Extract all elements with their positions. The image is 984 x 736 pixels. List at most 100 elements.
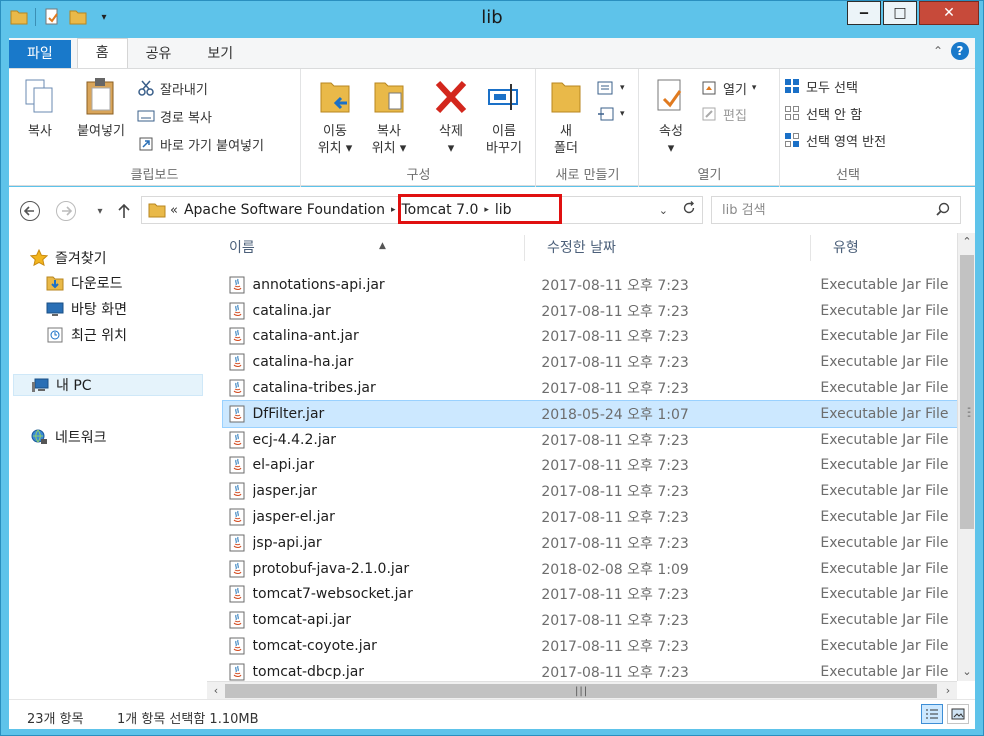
breadcrumb-separator-icon[interactable]: ▸ xyxy=(482,205,491,215)
column-header-type[interactable]: 유형 xyxy=(811,235,957,261)
breadcrumb-overflow[interactable]: « xyxy=(168,203,180,218)
copy-button[interactable]: 복사 xyxy=(15,75,65,140)
move-to-button[interactable]: 이동 위치 ▾ xyxy=(310,75,360,157)
ribbon: 복사 붙여넣기 잘라내기 경로 복사 바로 가기 붙여넣기 클립보드 이동 위치… xyxy=(9,68,975,187)
window-controls: ‒ □ ✕ xyxy=(847,1,979,25)
new-folder-button[interactable]: 새 폴더 xyxy=(541,75,591,157)
copy-path-label: 경로 복사 xyxy=(160,110,212,126)
address-dropdown-chevron-icon[interactable]: ⌄ xyxy=(659,204,668,217)
jar-file-icon xyxy=(227,610,247,630)
details-view-icon[interactable] xyxy=(921,704,943,724)
up-arrow-icon[interactable] xyxy=(113,200,135,222)
paste-shortcut-button[interactable]: 바로 가기 붙여넣기 xyxy=(137,133,264,155)
file-row[interactable]: catalina-ant.jar 2017-08-11 오후 7:23 Execut… xyxy=(223,324,957,350)
easy-access-button[interactable]: ▾ xyxy=(597,103,625,125)
file-row[interactable]: ecj-4.4.2.jar 2017-08-11 오후 7:23 Executabl… xyxy=(223,427,957,453)
forward-arrow-icon[interactable] xyxy=(55,200,77,222)
file-date: 2017-08-11 오후 7:23 xyxy=(541,587,689,604)
copy-path-button[interactable]: 경로 복사 xyxy=(137,105,212,127)
tab-home[interactable]: 홈 xyxy=(76,38,128,68)
jar-file-icon xyxy=(227,481,247,501)
file-row[interactable]: catalina-tribes.jar 2017-08-11 오후 7:23 Exe… xyxy=(223,375,957,401)
sidebar-item-network[interactable]: 네트워크 xyxy=(29,426,107,448)
vertical-scrollbar[interactable]: ⌃ --- ⌄ xyxy=(957,233,975,681)
file-date: 2017-08-11 오후 7:23 xyxy=(541,355,689,372)
file-row[interactable]: catalina-ha.jar 2017-08-11 오후 7:23 Executa… xyxy=(223,349,957,375)
sidebar-item-this-pc[interactable]: 내 PC xyxy=(13,374,203,396)
select-all-button[interactable]: 모두 선택 xyxy=(783,75,858,97)
rename-button[interactable]: 이름 바꾸기 xyxy=(476,75,532,157)
refresh-icon[interactable] xyxy=(682,201,696,219)
jar-file-icon xyxy=(227,662,247,682)
help-icon[interactable]: ? xyxy=(951,42,969,60)
copy-to-button[interactable]: 복사 위치 ▾ xyxy=(364,75,414,157)
breadcrumb-separator-icon[interactable]: ▸ xyxy=(389,205,398,215)
file-row[interactable]: jsp-api.jar 2017-08-11 오후 7:23 Executable … xyxy=(223,530,957,556)
back-arrow-icon[interactable] xyxy=(19,200,41,222)
properties-button[interactable]: 속성 ▾ xyxy=(646,75,696,157)
scroll-up-icon[interactable]: ⌃ xyxy=(958,233,975,251)
address-bar[interactable]: « Apache Software Foundation ▸ Tomcat 7.… xyxy=(141,194,703,224)
cut-button[interactable]: 잘라내기 xyxy=(137,77,208,99)
large-icons-view-icon[interactable] xyxy=(947,704,969,724)
desktop-icon xyxy=(45,300,65,318)
file-row[interactable]: jasper.jar 2017-08-11 오후 7:23 Executable J… xyxy=(223,478,957,504)
edit-button[interactable]: 편집 xyxy=(700,103,747,125)
horizontal-scroll-thumb[interactable]: ||| xyxy=(225,684,937,698)
scroll-left-icon[interactable]: ‹ xyxy=(207,682,225,699)
file-row[interactable]: annotations-api.jar 2017-08-11 오후 7:23 Exe… xyxy=(223,272,957,298)
invert-selection-button[interactable]: 선택 영역 반전 xyxy=(783,129,886,151)
search-icon[interactable] xyxy=(936,202,950,220)
sidebar-item-downloads[interactable]: 다운로드 xyxy=(45,272,123,294)
scroll-down-icon[interactable]: ⌄ xyxy=(958,663,975,681)
select-all-label: 모두 선택 xyxy=(806,80,858,96)
scissors-icon xyxy=(137,79,155,97)
file-row[interactable]: tomcat-coyote.jar 2017-08-11 오후 7:23 Execu… xyxy=(223,633,957,659)
easy-access-dropdown: ▾ xyxy=(620,109,625,119)
tab-share[interactable]: 공유 xyxy=(128,40,190,68)
sidebar-item-recent[interactable]: 최근 위치 xyxy=(45,324,127,346)
move-to-label-1: 이동 xyxy=(323,124,347,139)
file-row[interactable]: tomcat-api.jar 2017-08-11 오후 7:23 Executab… xyxy=(223,607,957,633)
file-name: ecj-4.4.2.jar xyxy=(252,431,337,448)
breadcrumb-lib[interactable]: lib xyxy=(491,202,516,218)
paste-button[interactable]: 붙여넣기 xyxy=(69,75,133,140)
breadcrumb-tomcat[interactable]: Tomcat 7.0 xyxy=(398,202,483,218)
column-header-date[interactable]: 수정한 날짜 xyxy=(525,235,811,261)
properties-big-icon xyxy=(651,75,691,119)
vertical-scroll-thumb[interactable]: --- xyxy=(960,255,974,529)
collapse-ribbon-icon[interactable]: ⌃ xyxy=(933,44,943,58)
close-button[interactable]: ✕ xyxy=(919,1,979,25)
file-row[interactable]: catalina.jar 2017-08-11 오후 7:23 Executable… xyxy=(223,298,957,324)
sidebar-item-favorites[interactable]: 즐겨찾기 xyxy=(29,247,107,269)
file-type: Executable Jar File xyxy=(820,483,949,500)
tab-view[interactable]: 보기 xyxy=(189,40,251,68)
minimize-button[interactable]: ‒ xyxy=(847,1,881,25)
scroll-right-icon[interactable]: › xyxy=(939,682,957,699)
delete-dropdown: ▾ xyxy=(447,141,455,156)
column-header-name[interactable]: ▲ 이름 xyxy=(207,235,525,261)
search-input[interactable] xyxy=(722,202,932,218)
delete-button[interactable]: 삭제 ▾ xyxy=(426,75,476,157)
search-box[interactable] xyxy=(711,196,961,224)
file-name: tomcat-coyote.jar xyxy=(252,638,377,655)
open-button[interactable]: 열기 ▾ xyxy=(700,77,756,99)
file-row[interactable]: DfFilter.jar 2018-05-24 오후 1:07 Executable… xyxy=(222,399,958,428)
jar-file-icon xyxy=(227,636,247,656)
select-none-button[interactable]: 선택 안 함 xyxy=(783,102,862,124)
sidebar-item-desktop[interactable]: 바탕 화면 xyxy=(45,298,127,320)
file-type: Executable Jar File xyxy=(820,534,949,551)
tab-file[interactable]: 파일 xyxy=(9,40,71,68)
maximize-button[interactable]: □ xyxy=(883,1,917,25)
file-row[interactable]: el-api.jar 2017-08-11 오후 7:23 Executable J… xyxy=(223,453,957,479)
breadcrumb-apache[interactable]: Apache Software Foundation xyxy=(180,202,389,218)
file-row[interactable]: jasper-el.jar 2017-08-11 오후 7:23 Executabl… xyxy=(223,504,957,530)
new-item-button[interactable]: ▾ xyxy=(597,77,625,99)
recent-locations-chevron-icon[interactable]: ▾ xyxy=(89,200,111,222)
horizontal-scrollbar[interactable]: ‹ ||| › xyxy=(207,681,957,699)
file-row[interactable]: tomcat7-websocket.jar 2017-08-11 오후 7:23 E… xyxy=(223,582,957,608)
file-row[interactable]: protobuf-java-2.1.0.jar 2018-02-08 오후 1:0… xyxy=(223,556,957,582)
select-all-icon xyxy=(783,77,801,95)
selection-info: 1개 항목 선택함 1.10MB xyxy=(117,712,259,727)
select-group: 모두 선택 선택 안 함 선택 영역 반전 선택 xyxy=(781,69,915,187)
